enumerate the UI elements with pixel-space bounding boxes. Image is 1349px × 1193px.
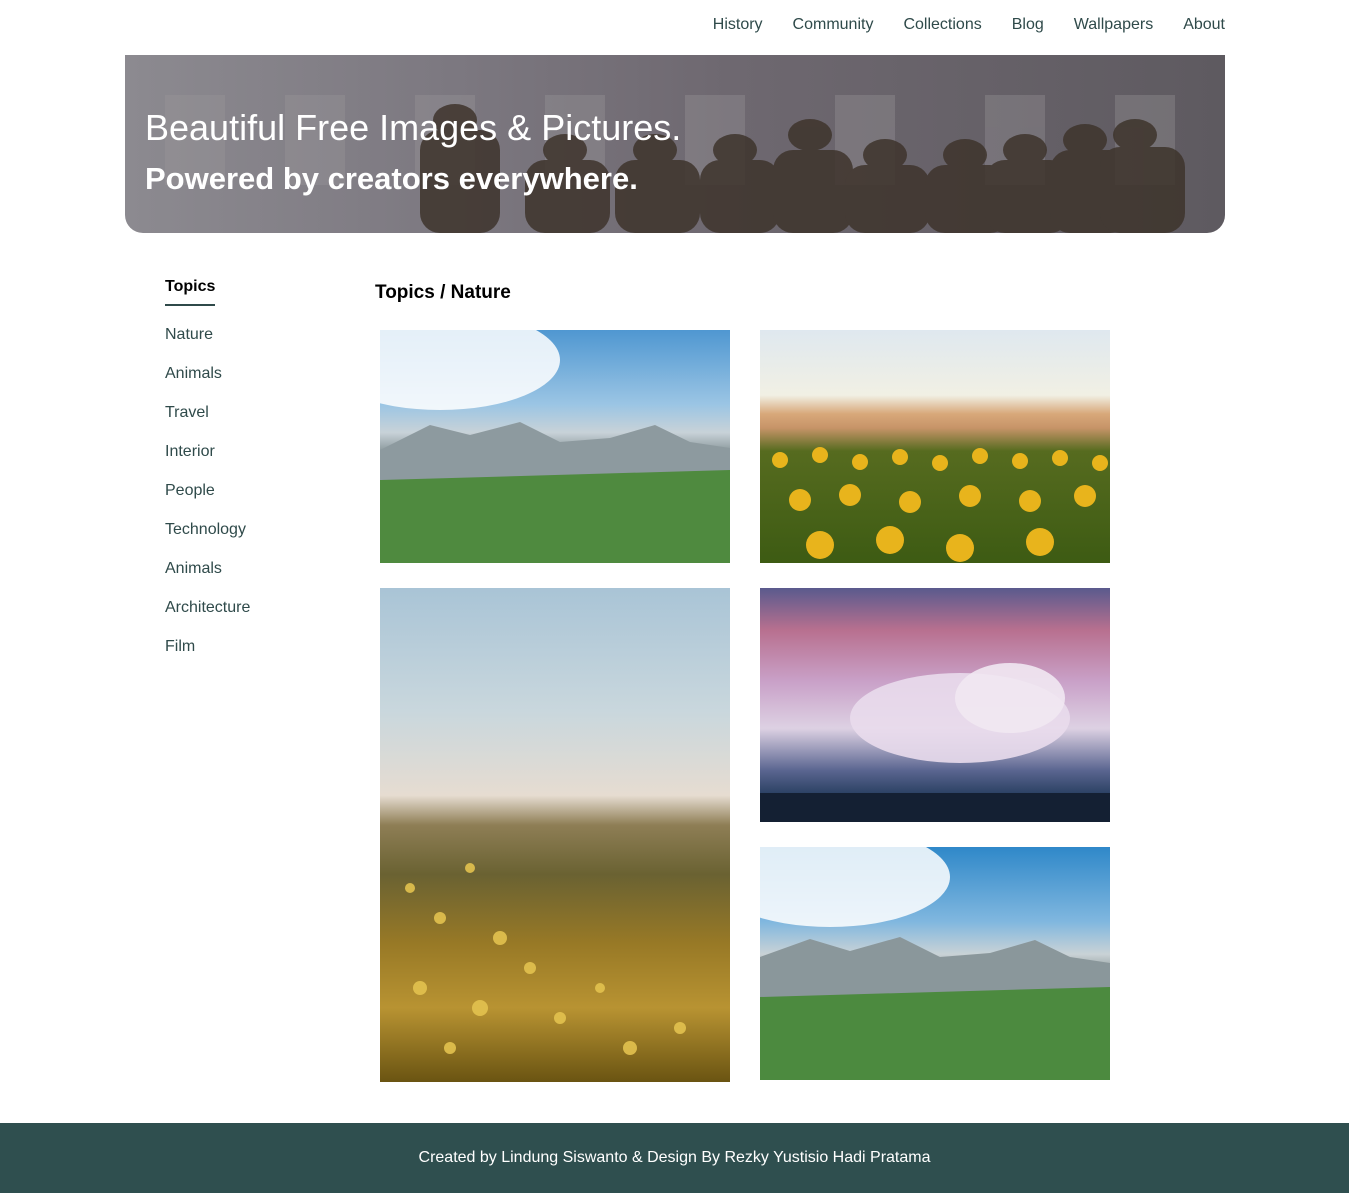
sidebar-item-animals-2[interactable]: Animals bbox=[165, 560, 325, 599]
photo-sunflower-field[interactable] bbox=[760, 330, 1110, 563]
sunflower-illustration bbox=[772, 447, 1108, 562]
nav-item-collections[interactable]: Collections bbox=[903, 16, 981, 34]
storm-illustration bbox=[760, 663, 1110, 822]
top-navigation: History Community Collections Blog Wallp… bbox=[125, 0, 1225, 55]
sidebar-item-travel[interactable]: Travel bbox=[165, 404, 325, 443]
photo-storm-cloud[interactable] bbox=[760, 588, 1110, 822]
nav-item-wallpapers[interactable]: Wallpapers bbox=[1074, 16, 1153, 34]
sidebar-item-technology[interactable]: Technology bbox=[165, 521, 325, 560]
nav-item-about[interactable]: About bbox=[1183, 16, 1225, 34]
hero-banner: Beautiful Free Images & Pictures. Powere… bbox=[125, 55, 1225, 233]
sidebar-item-nature[interactable]: Nature bbox=[165, 326, 325, 365]
mountain-illustration-2 bbox=[760, 847, 1110, 1080]
nav-item-history[interactable]: History bbox=[713, 16, 763, 34]
topics-sidebar: Topics Nature Animals Travel Interior Pe… bbox=[165, 278, 325, 677]
footer-credits: Created by Lindung Siswanto & Design By … bbox=[418, 1149, 931, 1166]
sidebar-item-interior[interactable]: Interior bbox=[165, 443, 325, 482]
sidebar-heading: Topics bbox=[165, 278, 216, 306]
wildflower-illustration bbox=[405, 863, 686, 1055]
sidebar-item-film[interactable]: Film bbox=[165, 638, 325, 677]
topics-list: Nature Animals Travel Interior People Te… bbox=[165, 326, 325, 677]
nav-item-community[interactable]: Community bbox=[793, 16, 874, 34]
nav-list: History Community Collections Blog Wallp… bbox=[125, 0, 1225, 50]
hero-subtitle: Powered by creators everywhere. bbox=[145, 161, 638, 196]
nav-item-blog[interactable]: Blog bbox=[1012, 16, 1044, 34]
sidebar-item-animals[interactable]: Animals bbox=[165, 365, 325, 404]
main-content: Topics / Nature bbox=[375, 282, 1135, 304]
hero-title: Beautiful Free Images & Pictures. bbox=[145, 107, 682, 148]
photo-mountain-valley[interactable] bbox=[380, 330, 730, 563]
photo-wildflowers-hillside[interactable] bbox=[380, 588, 730, 1082]
photo-mountain-valley-2[interactable] bbox=[760, 847, 1110, 1080]
page-footer: Created by Lindung Siswanto & Design By … bbox=[0, 1123, 1349, 1193]
mountain-illustration bbox=[380, 330, 730, 563]
sidebar-item-people[interactable]: People bbox=[165, 482, 325, 521]
sidebar-item-architecture[interactable]: Architecture bbox=[165, 599, 325, 638]
breadcrumb: Topics / Nature bbox=[375, 282, 511, 303]
